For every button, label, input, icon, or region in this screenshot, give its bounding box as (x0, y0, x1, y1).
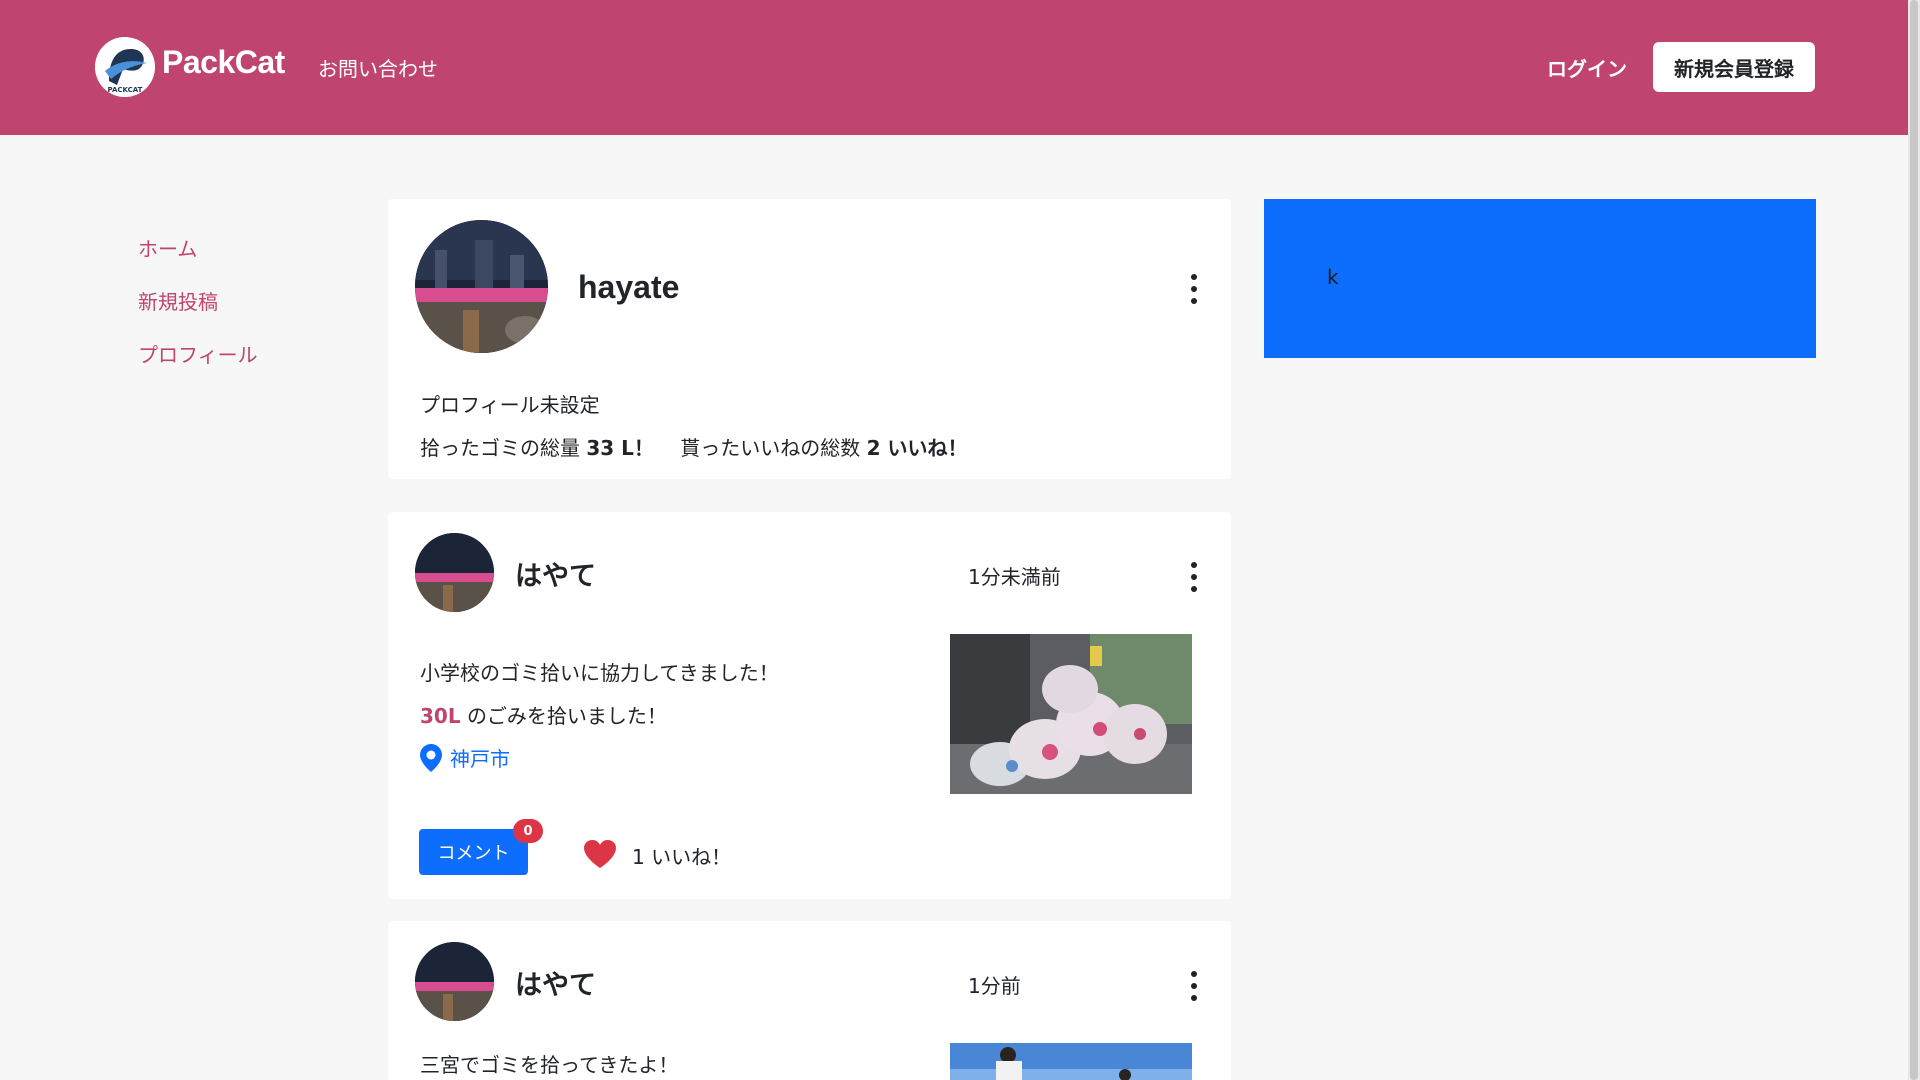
navbar: PACKCAT PackCat お問い合わせ ログイン 新規会員登録 (0, 0, 1908, 135)
nav-login-link[interactable]: ログイン (1547, 53, 1627, 82)
heart-icon[interactable] (583, 839, 617, 873)
comment-button[interactable]: コメント (419, 829, 528, 875)
nav-contact-link[interactable]: お問い合わせ (318, 53, 438, 82)
post-card: はやて 1分前 三宮でゴミを拾ってきたよ！ (388, 921, 1231, 1080)
post-avatar[interactable] (415, 533, 494, 612)
location-pin-icon (420, 743, 442, 772)
profile-username: hayate (578, 269, 680, 305)
ad-text: k (1327, 265, 1339, 289)
post-text: 小学校のゴミ拾いに協力してきました！ (420, 661, 779, 685)
profile-card: hayate プロフィール未設定 拾ったゴミの総量 33 L！ 貰ったいいねの総… (388, 199, 1231, 479)
brand-name[interactable]: PackCat (162, 44, 285, 81)
sidebar-item-home[interactable]: ホーム (138, 233, 197, 262)
post-location-link[interactable]: 神戸市 (420, 743, 510, 772)
like-count: 1 いいね！ (632, 845, 732, 869)
post-avatar[interactable] (415, 942, 494, 1021)
svg-text:PACKCAT: PACKCAT (108, 86, 143, 94)
post-image[interactable] (950, 634, 1192, 794)
post-username[interactable]: はやて (515, 963, 596, 1002)
profile-bio: プロフィール未設定 (420, 393, 600, 417)
scrollbar-thumb[interactable] (1910, 0, 1918, 1080)
signup-button[interactable]: 新規会員登録 (1653, 42, 1815, 92)
sidebar-item-profile[interactable]: プロフィール (138, 339, 258, 368)
profile-avatar[interactable] (415, 220, 548, 353)
packcat-logo-icon[interactable]: PACKCAT (95, 37, 155, 97)
post-username[interactable]: はやて (515, 554, 596, 593)
sidebar-item-new-post[interactable]: 新規投稿 (138, 286, 218, 315)
more-vertical-icon[interactable] (1190, 274, 1198, 304)
post-timestamp: 1分未満前 (968, 565, 1061, 589)
post-text: 三宮でゴミを拾ってきたよ！ (420, 1053, 679, 1077)
comment-count-badge: 0 (513, 819, 543, 843)
profile-stats: 拾ったゴミの総量 33 L！ 貰ったいいねの総数 2 いいね！ (420, 436, 968, 460)
post-timestamp: 1分前 (968, 974, 1021, 998)
post-volume: 30L のごみを拾いました！ (420, 704, 667, 728)
post-card: はやて 1分未満前 小学校のゴミ拾いに協力してきました！ 30L のごみを拾いま… (388, 512, 1231, 899)
more-vertical-icon[interactable] (1190, 562, 1198, 592)
more-vertical-icon[interactable] (1190, 971, 1198, 1001)
post-image[interactable] (950, 1043, 1192, 1080)
ad-banner[interactable]: k (1264, 199, 1816, 358)
